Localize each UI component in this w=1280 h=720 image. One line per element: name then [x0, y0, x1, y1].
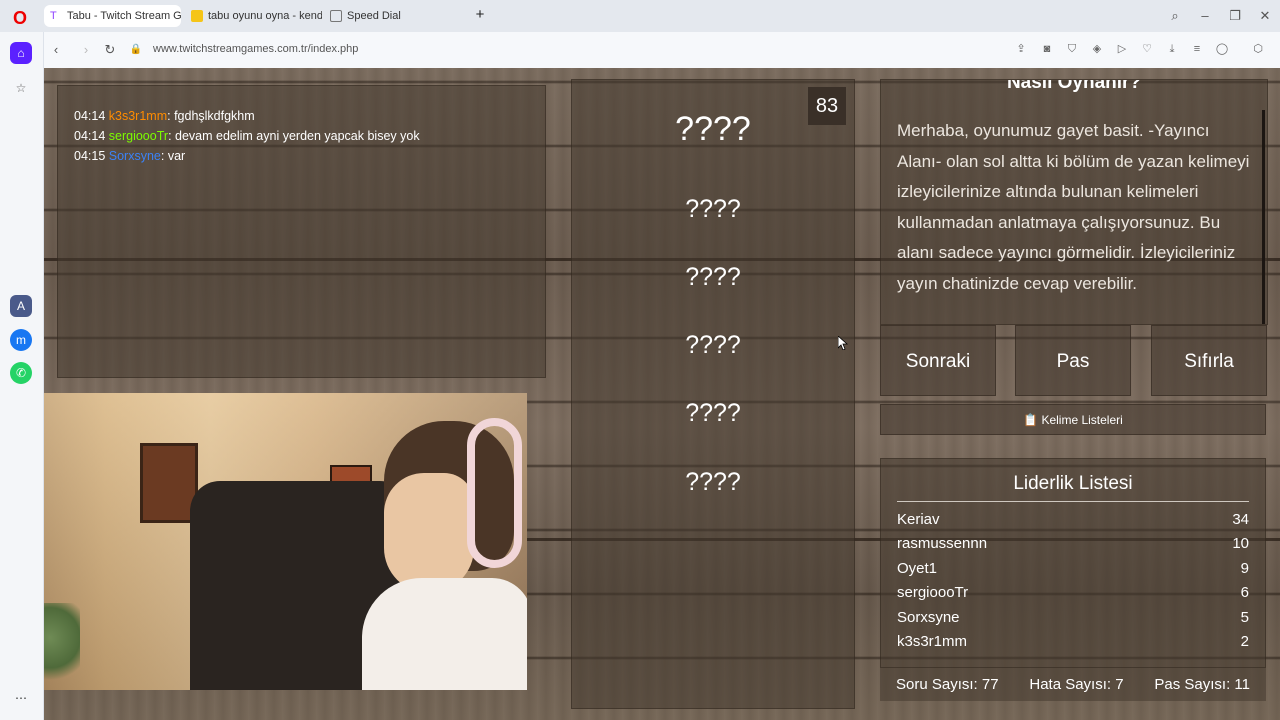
chat-text: devam edelim ayni yerden yapcak bisey yo…: [175, 129, 420, 143]
vpn-icon[interactable]: ◈: [1090, 42, 1104, 56]
streamer-body: [362, 578, 527, 690]
camera-icon[interactable]: ◙: [1040, 42, 1054, 56]
download-icon[interactable]: ⤓: [1165, 42, 1179, 56]
how-to-play-text: Merhaba, oyunumuz gayet basit. -Yayıncı …: [897, 121, 1250, 293]
reset-button[interactable]: Sıfırla: [1151, 325, 1267, 396]
address-bar: ‹ › ↻ 🔒 www.twitchstreamgames.com.tr/ind…: [44, 32, 1280, 68]
chat-time: 04:14: [74, 109, 106, 123]
player-name: Keriav: [897, 511, 940, 528]
close-icon[interactable]: ✕: [1256, 7, 1274, 25]
game-page: 04:14 k3s3r1mm: fgdhşlkdfgkhm 04:14 serg…: [44, 68, 1280, 720]
pass-count: Pas Sayısı: 11: [1154, 676, 1250, 693]
how-to-play-panel: Nasıl Oynanır? Merhaba, oyunumuz gayet b…: [880, 79, 1268, 325]
mouse-cursor-icon: [838, 336, 848, 350]
how-to-play-title: Nasıl Oynanır?: [1006, 79, 1142, 93]
player-name: Oyet1: [897, 559, 938, 577]
headset: [467, 418, 522, 568]
leaderboard-panel: Liderlik Listesi Keriav 34 rasmussennn 10 …: [880, 458, 1266, 668]
leaderboard-row: Keriav 34: [897, 508, 1249, 532]
player-score: 5: [1240, 608, 1249, 626]
player-score: 2: [1240, 633, 1249, 651]
player-name: rasmussennn: [897, 535, 988, 553]
main-word: ????: [675, 110, 751, 148]
word-lists-button[interactable]: 📋 Kelime Listeleri: [880, 404, 1266, 435]
forbidden-word: ????: [685, 399, 741, 427]
play-icon[interactable]: ▷: [1115, 42, 1129, 56]
chat-user: Sorxsyne: [108, 149, 161, 163]
player-score: 6: [1240, 584, 1249, 602]
next-button[interactable]: Sonraki: [880, 325, 996, 396]
player-score: 34: [1232, 511, 1249, 528]
back-icon[interactable]: ‹: [48, 42, 64, 58]
chat-time: 04:14: [74, 129, 106, 143]
tab-speed-dial[interactable]: Speed Dial: [324, 5, 461, 27]
extension-icon[interactable]: ⬡: [1251, 42, 1265, 56]
stats-bar: Soru Sayısı: 77 Hata Sayısı: 7 Pas Sayıs…: [880, 668, 1266, 701]
chat-message: 04:14 sergioooTr: devam edelim ayni yerd…: [74, 129, 420, 143]
tab-tabu[interactable]: T Tabu - Twitch Stream Gam: [44, 5, 181, 27]
sidebar: ⌂ ☆ A m ✆ ⋯: [0, 32, 44, 720]
player-name: k3s3r1mm: [897, 633, 968, 651]
search-icon[interactable]: ⌕: [1166, 7, 1184, 25]
heart-icon[interactable]: ♡: [1140, 42, 1154, 56]
lock-icon[interactable]: 🔒: [128, 42, 144, 58]
reload-icon[interactable]: ↻: [102, 42, 118, 58]
scrollbar[interactable]: [1262, 110, 1265, 324]
chat-message: 04:15 Sorxsyne: var: [74, 149, 186, 163]
player-score: 10: [1232, 535, 1249, 553]
word-card: 83 ???? ???? ???? ???? ???? ????: [571, 79, 855, 709]
chat-text: var: [167, 149, 186, 163]
minimize-icon[interactable]: –: [1196, 7, 1214, 25]
profile-icon[interactable]: ◯: [1215, 42, 1229, 56]
menu-icon[interactable]: ≡: [1190, 42, 1204, 56]
plant: [44, 603, 80, 690]
chat-user: k3s3r1mm: [108, 109, 168, 123]
url-field[interactable]: www.twitchstreamgames.com.tr/index.php: [153, 43, 358, 55]
tab-title: tabu oyunu oyna - kendi o: [208, 10, 322, 22]
home-icon[interactable]: ⌂: [10, 42, 32, 64]
shield-icon[interactable]: ⛉: [1065, 42, 1079, 56]
leaderboard-row: rasmussennn 10: [897, 532, 1249, 556]
more-icon[interactable]: ⋯: [10, 687, 32, 709]
forbidden-word: ????: [685, 195, 741, 223]
forward-icon[interactable]: ›: [78, 42, 94, 58]
streamer-face: [384, 473, 474, 593]
error-count: Hata Sayısı: 7: [1029, 676, 1124, 693]
twitch-icon: T: [50, 10, 57, 22]
forbidden-word: ????: [685, 331, 741, 359]
player-name: sergioooTr: [897, 584, 969, 602]
leaderboard-title: Liderlik Listesi: [897, 473, 1249, 502]
new-tab-icon[interactable]: +: [472, 7, 488, 23]
chat-message: 04:14 k3s3r1mm: fgdhşlkdfgkhm: [74, 109, 255, 123]
forbidden-word: ????: [685, 468, 741, 496]
tab-bar: O T Tabu - Twitch Stream Gam tabu oyunu …: [0, 0, 1280, 32]
leaderboard-row: sergioooTr 6: [897, 581, 1249, 605]
chat-time: 04:15: [74, 149, 106, 163]
tab-title: Tabu - Twitch Stream Gam: [67, 10, 181, 22]
player-name: Sorxsyne: [897, 608, 960, 626]
tab-title: Speed Dial: [347, 10, 401, 22]
player-score: 9: [1240, 559, 1249, 577]
speed-dial-icon: [330, 10, 342, 22]
pass-button[interactable]: Pas: [1015, 325, 1131, 396]
aria-icon[interactable]: A: [10, 295, 32, 317]
forbidden-word: ????: [685, 263, 741, 291]
chat-text: fgdhşlkdfgkhm: [174, 109, 255, 123]
leaderboard-row: k3s3r1mm 2: [897, 630, 1249, 654]
streamer: [362, 403, 527, 690]
question-count: Soru Sayısı: 77: [896, 676, 999, 693]
site-favicon-icon: [191, 10, 203, 22]
chat-panel: 04:14 k3s3r1mm: fgdhşlkdfgkhm 04:14 serg…: [57, 85, 546, 378]
messenger-icon[interactable]: m: [10, 329, 32, 351]
share-icon[interactable]: ⇪: [1014, 42, 1028, 56]
pin-icon[interactable]: ☆: [10, 77, 32, 99]
webcam-overlay: [44, 393, 527, 690]
chat-user: sergioooTr: [108, 129, 169, 143]
maximize-icon[interactable]: ❐: [1226, 7, 1244, 25]
leaderboard-row: Sorxsyne 5: [897, 606, 1249, 630]
tab-search[interactable]: tabu oyunu oyna - kendi o: [185, 5, 322, 27]
opera-logo-icon[interactable]: O: [10, 8, 30, 28]
leaderboard-row: Oyet1 9: [897, 557, 1249, 581]
whatsapp-icon[interactable]: ✆: [10, 362, 32, 384]
